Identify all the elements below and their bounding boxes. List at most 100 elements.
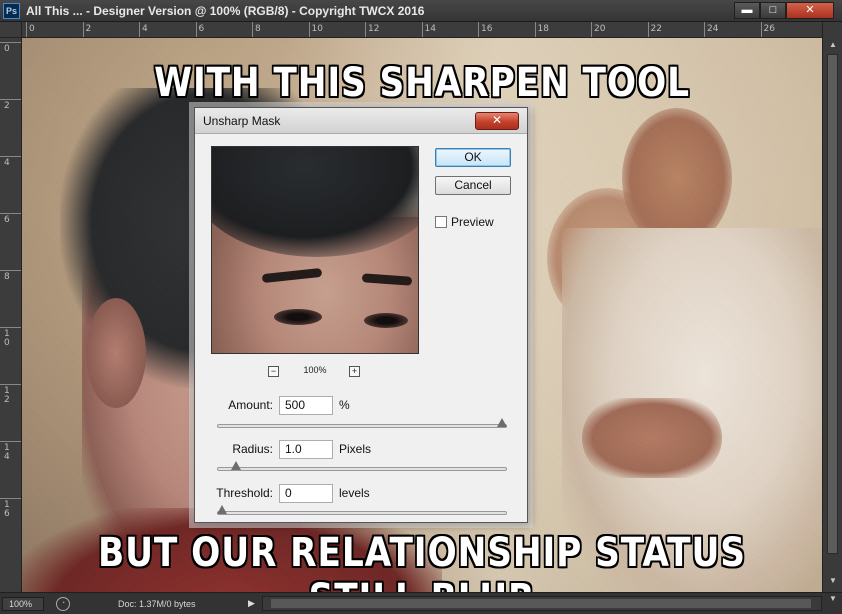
- ruler-tick: [0, 441, 21, 442]
- vertical-ruler[interactable]: 0 2 4 6 8 10 12 14 16: [0, 38, 22, 592]
- status-info-icon[interactable]: ◔: [56, 597, 70, 611]
- scroll-corner-arrow-icon[interactable]: ▼: [826, 592, 840, 606]
- preview-left-brow: [261, 267, 323, 284]
- cancel-button[interactable]: Cancel: [435, 176, 511, 195]
- ruler-tick: [421, 22, 423, 37]
- scroll-down-icon[interactable]: ▼: [826, 574, 840, 588]
- preview-checkbox[interactable]: [435, 216, 447, 228]
- ruler-tick-label: 20: [594, 24, 606, 34]
- ruler-tick: [0, 99, 21, 100]
- ruler-tick-label: 2: [4, 101, 10, 111]
- ruler-tick-label: 2: [85, 24, 92, 34]
- ruler-tick-label: 12: [4, 386, 10, 405]
- threshold-slider-thumb[interactable]: [217, 505, 227, 514]
- ruler-tick-label: 6: [198, 24, 205, 34]
- dialog-titlebar[interactable]: Unsharp Mask ✕: [195, 108, 527, 134]
- ruler-tick: [195, 22, 197, 37]
- preview-checkbox-label[interactable]: Preview: [451, 215, 494, 229]
- photoshop-logo-icon: Ps: [3, 3, 20, 19]
- ruler-tick: [365, 22, 366, 37]
- ruler-tick-label: 14: [424, 24, 436, 34]
- ruler-tick: [0, 498, 21, 499]
- threshold-slider-track[interactable]: [217, 511, 507, 515]
- ruler-tick-label: 0: [4, 44, 10, 54]
- preview-hair: [212, 147, 418, 257]
- vertical-scroll-thumb[interactable]: [827, 54, 838, 554]
- ruler-tick: [0, 42, 21, 43]
- preview-left-eye: [274, 309, 322, 325]
- horizontal-ruler[interactable]: 0 2 4 6 8 10 12 14 16 18 20 22 24 26: [22, 22, 822, 38]
- ruler-tick: [478, 22, 479, 37]
- unsharp-mask-dialog: Unsharp Mask ✕ − 100% + OK Cancel Previe…: [194, 107, 528, 523]
- vertical-scrollbar[interactable]: ▲ ▼: [822, 22, 842, 592]
- zoom-level-field[interactable]: 100%: [2, 597, 44, 611]
- ruler-tick: [704, 22, 705, 37]
- ruler-tick-label: 10: [4, 329, 10, 348]
- ruler-tick-label: 4: [142, 24, 148, 34]
- ruler-tick: [647, 22, 649, 37]
- ruler-tick: [252, 22, 253, 37]
- ruler-tick-label: 10: [311, 24, 323, 34]
- amount-input[interactable]: 500: [279, 396, 333, 415]
- scroll-up-icon[interactable]: ▲: [826, 38, 840, 52]
- ruler-tick: [0, 213, 21, 214]
- ruler-tick: [308, 22, 310, 37]
- close-window-button[interactable]: ✕: [786, 2, 834, 19]
- amount-label: Amount:: [228, 398, 273, 412]
- threshold-unit: levels: [339, 486, 370, 500]
- meme-bottom-text: BUT OUR RELATIONSHIP STATUS STILL BLUR: [98, 530, 746, 592]
- ruler-tick-label: 8: [255, 24, 261, 34]
- ruler-tick-label: 16: [481, 24, 493, 34]
- ruler-tick-label: 6: [4, 215, 10, 225]
- amount-slider-thumb[interactable]: [497, 418, 507, 427]
- threshold-input[interactable]: 0: [279, 484, 333, 503]
- radius-input[interactable]: 1.0: [279, 440, 333, 459]
- ruler-tick-label: 12: [368, 24, 380, 34]
- ruler-corner[interactable]: [0, 22, 22, 38]
- preview-right-eye: [364, 313, 408, 328]
- zoom-out-button[interactable]: −: [268, 366, 279, 377]
- ruler-tick-label: 24: [707, 24, 719, 34]
- ruler-tick-label: 8: [4, 272, 10, 282]
- amount-unit: %: [339, 398, 350, 412]
- ruler-tick-label: 0: [29, 24, 35, 34]
- window-title: All This ... - Designer Version @ 100% (…: [26, 4, 425, 18]
- ruler-tick-label: 16: [4, 500, 10, 519]
- ruler-tick-label: 18: [537, 24, 549, 34]
- status-bar: 100% ◔ Doc: 1.37M/0 bytes ▶: [0, 592, 842, 614]
- filter-preview-window[interactable]: [211, 146, 419, 354]
- dialog-title: Unsharp Mask: [203, 114, 281, 128]
- ruler-tick-label: 4: [4, 158, 10, 168]
- ok-button[interactable]: OK: [435, 148, 511, 167]
- preview-zoom-value: 100%: [303, 365, 327, 375]
- preview-right-brow: [361, 273, 413, 286]
- status-menu-arrow-icon[interactable]: ▶: [248, 598, 255, 609]
- ruler-tick: [0, 270, 21, 271]
- ruler-tick: [760, 22, 762, 37]
- horizontal-scroll-thumb[interactable]: [271, 599, 811, 608]
- ruler-tick: [0, 384, 21, 385]
- minimize-button[interactable]: ▬: [734, 2, 760, 19]
- zoom-in-button[interactable]: +: [349, 366, 360, 377]
- ruler-tick: [0, 156, 21, 157]
- ruler-tick: [26, 22, 27, 37]
- amount-slider-track[interactable]: [217, 424, 507, 428]
- window-titlebar: Ps All This ... - Designer Version @ 100…: [0, 0, 842, 22]
- radius-label: Radius:: [232, 442, 273, 456]
- maximize-button[interactable]: □: [760, 2, 786, 19]
- horizontal-scrollbar[interactable]: [262, 596, 822, 611]
- ruler-tick: [534, 22, 536, 37]
- threshold-label: Threshold:: [216, 486, 273, 500]
- ruler-tick: [82, 22, 84, 37]
- ruler-tick-label: 22: [650, 24, 662, 34]
- dialog-body: − 100% + OK Cancel Preview Amount: 500 %…: [195, 134, 527, 522]
- radius-slider-track[interactable]: [217, 467, 507, 471]
- radius-slider-thumb[interactable]: [231, 461, 241, 470]
- ruler-tick: [0, 327, 21, 328]
- radius-unit: Pixels: [339, 442, 372, 456]
- ruler-tick: [139, 22, 140, 37]
- ruler-tick-label: 26: [763, 24, 775, 34]
- meme-top-text: WITH THIS SHARPEN TOOL: [154, 60, 690, 106]
- ruler-tick: [591, 22, 592, 37]
- dialog-close-button[interactable]: ✕: [475, 112, 519, 130]
